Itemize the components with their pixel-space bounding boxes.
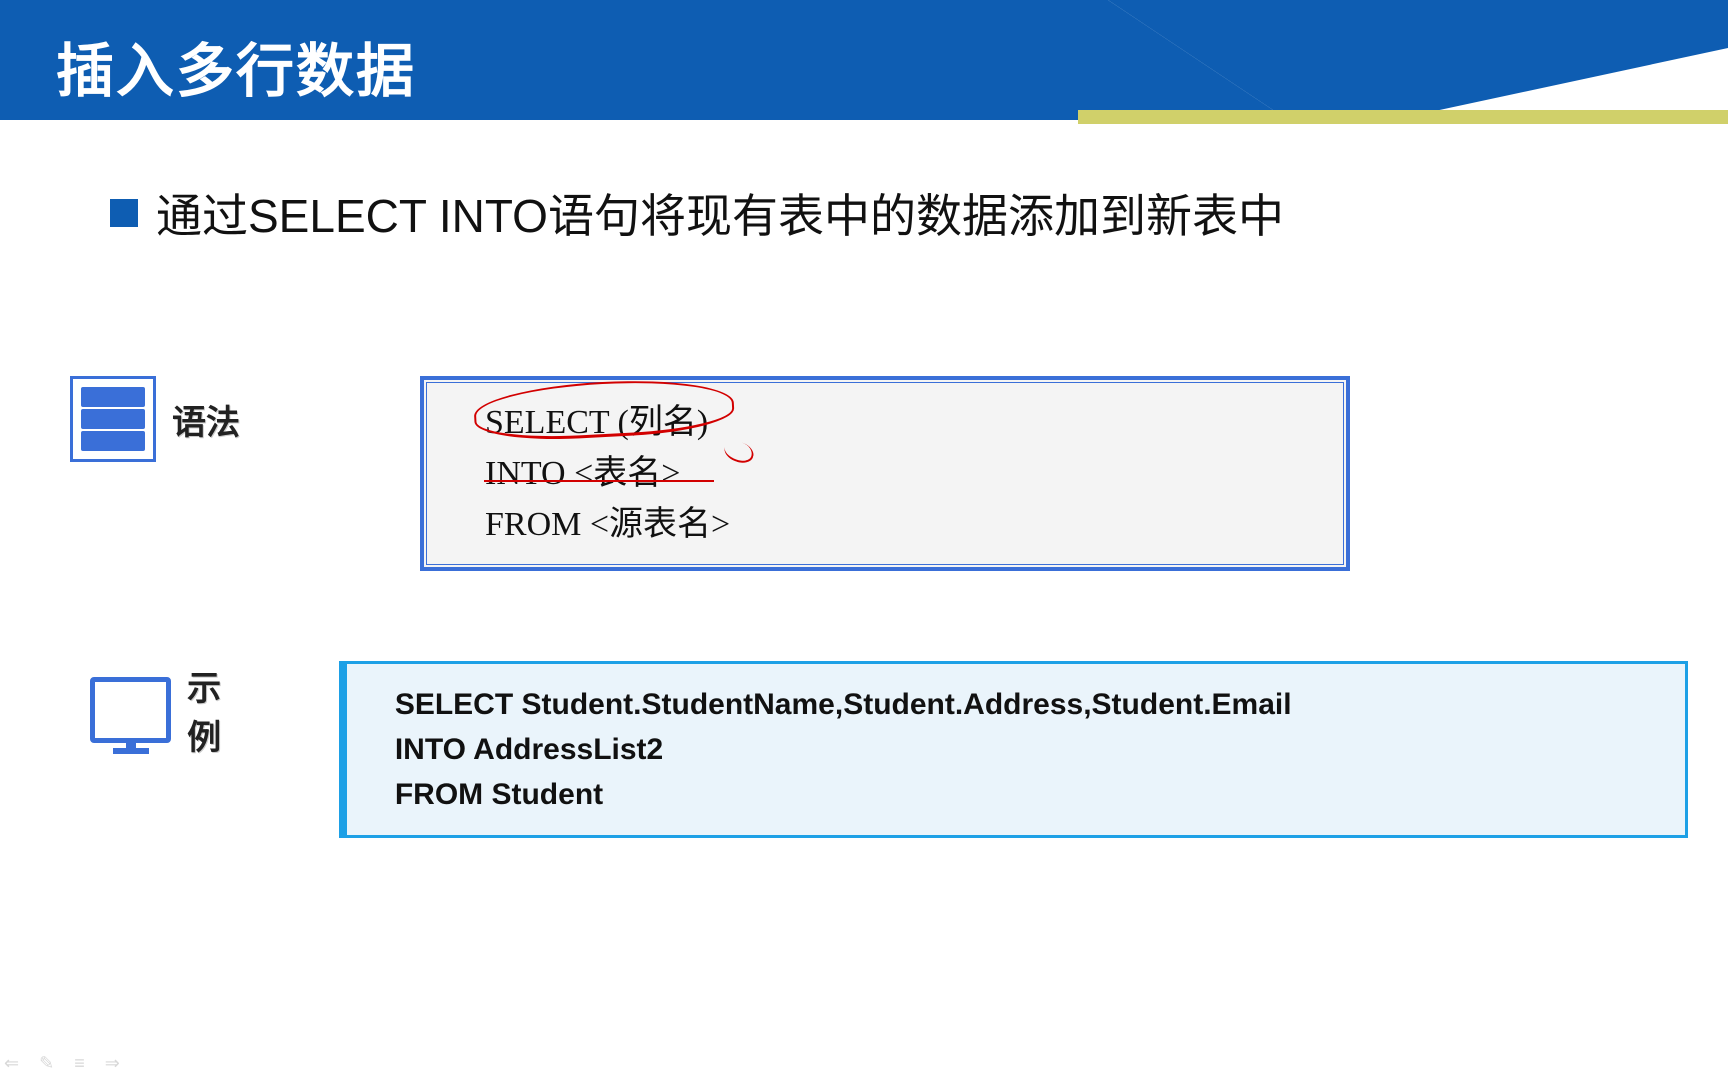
subtitle-text: 通过SELECT INTO语句将现有表中的数据添加到新表中 <box>156 180 1284 246</box>
bottom-toolbar: ⇐ ✎ ≡ ⇒ <box>4 1053 120 1074</box>
pen-icon[interactable]: ✎ <box>39 1053 54 1074</box>
syntax-box: SELECT (列名) INTO <表名> FROM <源表名> <box>420 376 1350 571</box>
slide-content: 通过SELECT INTO语句将现有表中的数据添加到新表中 语法 SELECT … <box>0 120 1728 838</box>
example-label: 示例 <box>187 661 251 759</box>
example-line-3: FROM Student <box>395 772 1637 817</box>
syntax-line-3: FROM <源表名> <box>485 499 1285 550</box>
nav-back-icon[interactable]: ⇐ <box>4 1053 19 1074</box>
example-label-group: 示例 <box>90 661 251 759</box>
annotation-underline <box>484 480 714 482</box>
subtitle-row: 通过SELECT INTO语句将现有表中的数据添加到新表中 <box>110 180 1688 246</box>
syntax-line-1: SELECT (列名) <box>485 397 1285 448</box>
example-section: 示例 SELECT Student.StudentName,Student.Ad… <box>90 661 1688 838</box>
syntax-label: 语法 <box>172 395 240 444</box>
syntax-code: SELECT (列名) INTO <表名> FROM <源表名> <box>426 382 1344 565</box>
server-icon <box>70 376 156 462</box>
nav-forward-icon[interactable]: ⇒ <box>105 1053 120 1074</box>
slide-title: 插入多行数据 <box>56 24 416 108</box>
syntax-label-group: 语法 <box>70 376 240 462</box>
example-box: SELECT Student.StudentName,Student.Addre… <box>339 661 1688 838</box>
bullet-icon <box>110 199 138 227</box>
example-line-1: SELECT Student.StudentName,Student.Addre… <box>395 682 1637 727</box>
syntax-line-2: INTO <表名> <box>485 448 1285 499</box>
menu-icon[interactable]: ≡ <box>74 1053 85 1074</box>
slide-header: 插入多行数据 <box>0 0 1728 120</box>
example-line-2: INTO AddressList2 <box>395 727 1637 772</box>
syntax-section: 语法 SELECT (列名) INTO <表名> FROM <源表名> <box>70 376 1688 571</box>
monitor-icon <box>90 677 171 743</box>
